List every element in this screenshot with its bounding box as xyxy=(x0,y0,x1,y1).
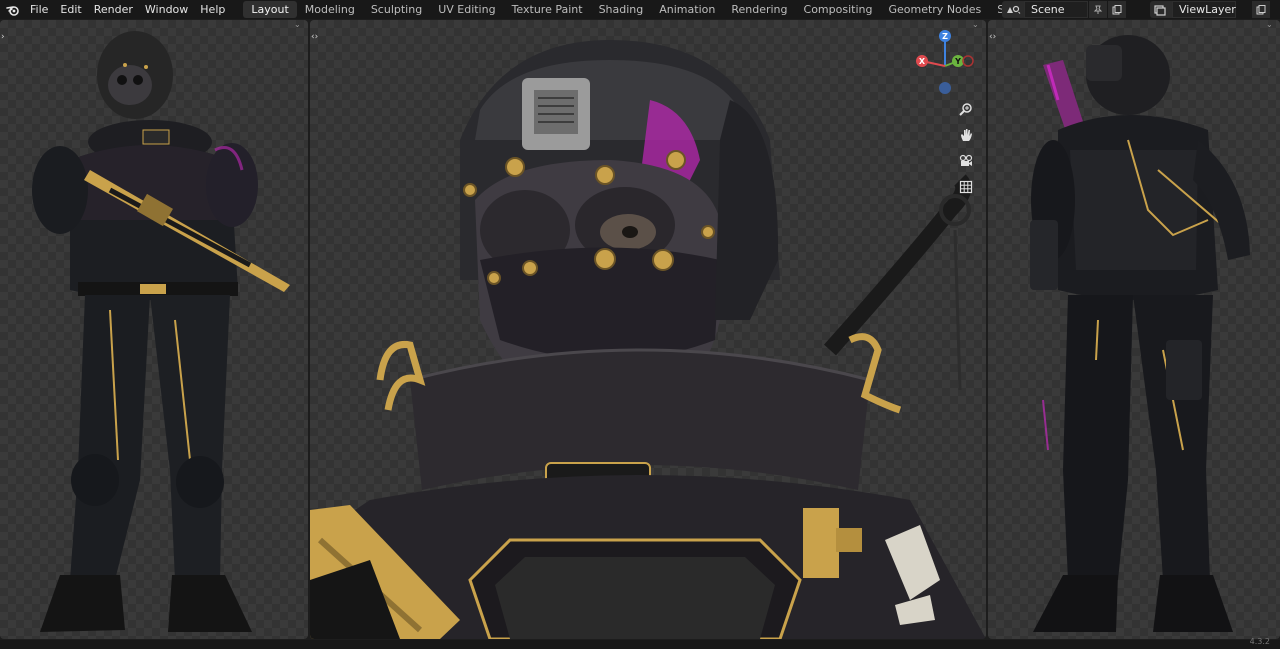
view-layer-icon[interactable] xyxy=(1150,1,1172,18)
region-toggle-left-icon[interactable]: ‹› xyxy=(311,32,319,42)
view-layer-name-field[interactable]: ViewLayer xyxy=(1172,1,1236,18)
menu-window[interactable]: Window xyxy=(141,0,196,19)
menu-help[interactable]: Help xyxy=(196,0,233,19)
viewport-right[interactable]: ‹› ⌄ xyxy=(988,20,1280,639)
menu-file[interactable]: File xyxy=(26,0,56,19)
tab-rendering[interactable]: Rendering xyxy=(723,1,795,18)
workspace-tabs: Layout Modeling Sculpting UV Editing Tex… xyxy=(243,0,1077,19)
viewport-main[interactable]: ‹› ⌄ Z Y X xyxy=(310,20,986,639)
region-toggle-left-icon[interactable]: ‹› xyxy=(989,32,997,42)
new-view-layer-icon[interactable] xyxy=(1252,1,1270,18)
region-toggle-left-icon[interactable]: › xyxy=(1,32,9,42)
character-front-render xyxy=(32,31,290,632)
new-scene-icon[interactable] xyxy=(1108,1,1126,18)
pin-icon[interactable] xyxy=(1089,1,1107,18)
tab-animation[interactable]: Animation xyxy=(651,1,723,18)
scene-name-field[interactable]: Scene xyxy=(1024,1,1088,18)
chevron-down-icon[interactable]: ⌄ xyxy=(1266,20,1276,29)
tab-geometry-nodes[interactable]: Geometry Nodes xyxy=(880,1,989,18)
pan-hand-icon[interactable] xyxy=(955,124,977,146)
gizmo-x-label: X xyxy=(919,57,926,66)
status-bar: 4.3.2 xyxy=(0,637,1280,649)
viewport-nav-buttons xyxy=(955,98,977,198)
scene-icon[interactable] xyxy=(1002,1,1024,18)
tab-uv-editing[interactable]: UV Editing xyxy=(430,1,503,18)
character-back-render xyxy=(1030,35,1250,632)
gizmo-z-label: Z xyxy=(942,32,948,41)
zoom-icon[interactable] xyxy=(955,98,977,120)
perspective-grid-icon[interactable] xyxy=(955,176,977,198)
camera-icon[interactable] xyxy=(955,150,977,172)
tab-layout[interactable]: Layout xyxy=(243,1,297,18)
tab-sculpting[interactable]: Sculpting xyxy=(363,1,430,18)
version-label: 4.3.2 xyxy=(1249,637,1270,646)
tab-modeling[interactable]: Modeling xyxy=(297,1,363,18)
viewport-left[interactable]: › ⌄ xyxy=(0,20,308,639)
tab-texture-paint[interactable]: Texture Paint xyxy=(504,1,591,18)
blender-logo-icon[interactable] xyxy=(0,0,26,19)
menu-render[interactable]: Render xyxy=(90,0,141,19)
scene-selector: Scene xyxy=(1002,1,1126,18)
view-layer-selector: ViewLayer xyxy=(1150,1,1270,18)
navigation-gizmo[interactable]: Z Y X xyxy=(910,26,980,96)
tab-shading[interactable]: Shading xyxy=(591,1,652,18)
chevron-down-icon[interactable]: ⌄ xyxy=(294,20,304,29)
tab-compositing[interactable]: Compositing xyxy=(796,1,881,18)
menu-edit[interactable]: Edit xyxy=(56,0,89,19)
top-bar: File Edit Render Window Help Layout Mode… xyxy=(0,0,1280,19)
gizmo-y-label: Y xyxy=(954,57,961,66)
character-closeup-render: MP-0 xyxy=(310,40,986,639)
